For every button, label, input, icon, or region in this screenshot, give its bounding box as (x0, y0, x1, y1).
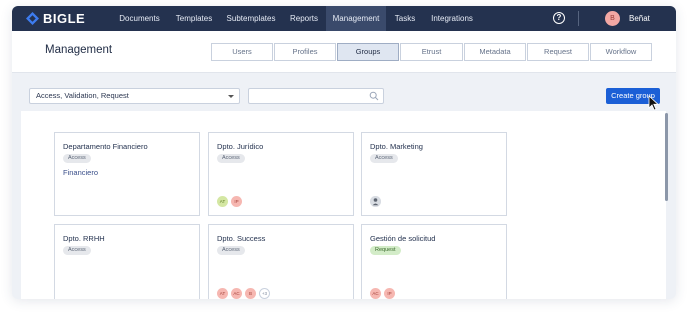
more-members-badge[interactable]: +3 (259, 288, 270, 299)
nav-divider (578, 11, 579, 26)
subgroup-link[interactable]: Financiero (63, 168, 98, 177)
group-type-badge: Access (217, 154, 245, 163)
nav-documents[interactable]: Documents (111, 6, 168, 31)
member-avatar: B (245, 288, 256, 299)
group-title: Departamento Financiero (63, 142, 148, 151)
member-avatar: IP (231, 196, 242, 207)
group-card-rrhh[interactable]: Dpto. RRHH Access (54, 224, 200, 299)
member-avatar: AC (231, 288, 242, 299)
logo[interactable]: BIGLE (26, 11, 85, 26)
group-title: Dpto. Success (217, 234, 266, 243)
group-card-marketing[interactable]: Dpto. Marketing Access (361, 132, 507, 216)
group-type-badge: Access (63, 246, 91, 255)
group-type-badge: Access (217, 246, 245, 255)
tab-metadata[interactable]: Metadata (464, 43, 526, 61)
content-scrollbar[interactable] (665, 113, 668, 201)
member-photo-avatar (370, 196, 381, 207)
group-card-success[interactable]: Dpto. Success Access AT AC B +3 (208, 224, 354, 299)
member-avatar: IP (384, 288, 395, 299)
group-card-gestion-solicitud[interactable]: Gestión de solicitud Request AC IP (361, 224, 507, 299)
app-window: BIGLE Documents Templates Subtemplates R… (12, 6, 676, 299)
tab-request[interactable]: Request (527, 43, 589, 61)
type-filter-value: Access, Validation, Request (36, 91, 129, 100)
page-header: Management Users Profiles Groups Etrust … (12, 31, 676, 73)
group-type-badge: Access (370, 154, 398, 163)
member-avatar: AC (370, 288, 381, 299)
member-avatars: AT AC B +3 (217, 288, 273, 299)
search-input[interactable] (248, 88, 384, 104)
mouse-cursor-icon (648, 95, 659, 111)
groups-grid: Departamento Financiero Access Financier… (21, 111, 666, 299)
user-avatar[interactable]: B (605, 11, 620, 26)
tab-groups[interactable]: Groups (337, 43, 399, 61)
help-icon[interactable]: ? (553, 12, 565, 24)
nav-tasks[interactable]: Tasks (390, 6, 420, 31)
type-filter-select[interactable]: Access, Validation, Request (29, 88, 240, 104)
user-name[interactable]: Beñat (629, 6, 650, 31)
group-title: Gestión de solicitud (370, 234, 436, 243)
nav-reports[interactable]: Reports (284, 6, 324, 31)
member-avatar: AT (217, 196, 228, 207)
tab-users[interactable]: Users (211, 43, 273, 61)
logo-text: BIGLE (43, 11, 86, 26)
member-avatars: AT IP (217, 196, 245, 207)
member-avatars (370, 196, 384, 207)
tab-profiles[interactable]: Profiles (274, 43, 336, 61)
group-title: Dpto. Jurídico (217, 142, 264, 151)
group-type-badge: Request (370, 246, 401, 255)
group-type-badge: Access (63, 154, 91, 163)
logo-icon (26, 12, 39, 25)
group-card-financiero[interactable]: Departamento Financiero Access Financier… (54, 132, 200, 216)
chevron-down-icon (228, 95, 234, 98)
top-nav: BIGLE Documents Templates Subtemplates R… (12, 6, 676, 31)
group-title: Dpto. RRHH (63, 234, 105, 243)
nav-management[interactable]: Management (326, 6, 386, 31)
person-icon (370, 196, 381, 207)
group-title: Dpto. Marketing (370, 142, 423, 151)
group-card-juridico[interactable]: Dpto. Jurídico Access AT IP (208, 132, 354, 216)
page-title: Management (45, 44, 113, 56)
nav-integrations[interactable]: Integrations (426, 6, 478, 31)
tab-etrust[interactable]: Etrust (400, 43, 463, 61)
nav-subtemplates[interactable]: Subtemplates (220, 6, 282, 31)
nav-templates[interactable]: Templates (169, 6, 219, 31)
tab-workflow[interactable]: Workflow (590, 43, 652, 61)
member-avatar: AT (217, 288, 228, 299)
member-avatars: AC IP (370, 288, 398, 299)
search-icon[interactable] (369, 91, 379, 101)
